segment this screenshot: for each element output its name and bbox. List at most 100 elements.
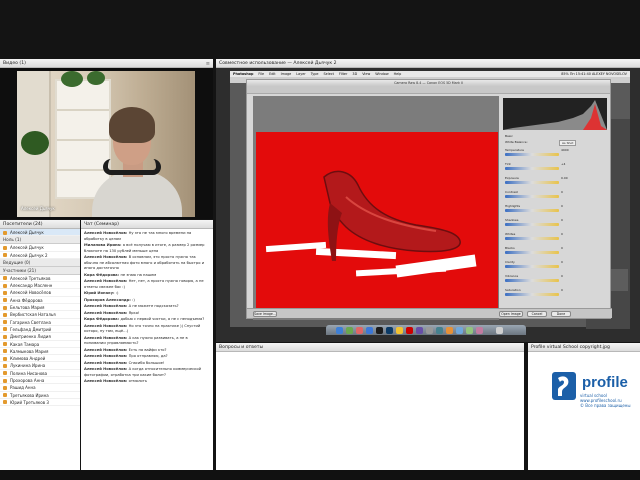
chat-author: Алексей Новосёлов:	[84, 360, 129, 365]
app-icon[interactable]	[406, 326, 413, 334]
app-icon[interactable]	[456, 326, 463, 334]
menu-item[interactable]: Image	[281, 72, 292, 76]
participant-self[interactable]: Алексей Дьячук	[0, 229, 80, 237]
app-icon[interactable]	[426, 326, 433, 334]
user-icon	[3, 312, 7, 317]
profile-logo: profile virtual school www.profileschool…	[550, 369, 638, 417]
adjustment-slider[interactable]	[505, 153, 559, 156]
menu-item[interactable]: Photoshop	[233, 72, 253, 76]
participant-row[interactable]: Вербистская Наталья	[0, 311, 80, 319]
participant-row[interactable]: Полина Нисанова	[0, 370, 80, 378]
participant-row[interactable]: Алексей Новосёлов	[0, 289, 80, 297]
participant-row[interactable]: Алексей Дьячук	[0, 244, 80, 252]
slider-label: Contrast	[505, 190, 518, 194]
adjustment-slider[interactable]	[505, 223, 559, 226]
slider-value[interactable]: 0	[561, 274, 563, 278]
lightroom-icon[interactable]	[376, 326, 383, 334]
app-icon[interactable]	[416, 326, 423, 334]
white-balance-select[interactable]: As Shot	[559, 140, 577, 146]
adjustment-slider[interactable]	[505, 265, 559, 268]
slider-value[interactable]: 0	[561, 218, 563, 222]
participant-row[interactable]: Анна Фёдорова	[0, 297, 80, 305]
group-guests[interactable]: Участники (21)	[0, 266, 80, 275]
user-icon	[3, 290, 7, 295]
app-icon[interactable]	[346, 326, 353, 334]
chat-author: Алексей Новосёлов:	[84, 379, 129, 383]
participant-row[interactable]: Лукинина Ирина	[0, 362, 80, 370]
adjustment-slider[interactable]	[505, 251, 559, 254]
menu-item[interactable]: View	[362, 72, 370, 76]
app-icon[interactable]	[436, 326, 443, 334]
participant-row[interactable]: Бельтова Мария	[0, 304, 80, 312]
finder-icon[interactable]	[336, 326, 343, 334]
group-hosts[interactable]: Ноль (1)	[0, 236, 80, 245]
participant-row[interactable]: Какая Тамара	[0, 341, 80, 348]
brand-copyright: © Все права защищены	[580, 403, 631, 408]
participant-row[interactable]: Климова Андрей	[0, 355, 80, 363]
group-presenters[interactable]: Ведущие (0)	[0, 258, 80, 267]
app-icon[interactable]	[356, 326, 363, 334]
chat-author: Алексей Новосёлов:	[84, 323, 129, 328]
participant-row[interactable]: Алексей Дьячук 2	[0, 252, 80, 259]
participant-row[interactable]: Рашид Анна	[0, 384, 80, 392]
participant-row[interactable]: Юрий Третьяков 3	[0, 399, 80, 407]
participant-row[interactable]: Прохорова Анна	[0, 377, 80, 385]
chat-panel: Чат (Семинар) Алексей Новосёлов: Ну это …	[81, 220, 213, 470]
slider-value[interactable]: 0	[561, 288, 563, 292]
slider-value[interactable]: 0	[561, 232, 563, 236]
app-icon[interactable]	[466, 326, 473, 334]
adjustment-slider[interactable]	[505, 181, 559, 184]
trash-icon[interactable]	[496, 326, 503, 334]
slider-label: Highlights	[505, 204, 521, 208]
photoshop-icon[interactable]	[386, 326, 393, 334]
slider-value[interactable]: 4900	[561, 148, 569, 152]
slider-value[interactable]: 0.00	[561, 176, 568, 180]
panel-menu-icon[interactable]: ≡	[206, 60, 210, 69]
chat-author: Алексей Новосёлов:	[84, 310, 129, 315]
participant-row[interactable]: Третьякова Ирина	[0, 392, 80, 399]
participant-row[interactable]: Алексей Третьяков	[0, 275, 80, 283]
participant-name: Гагарина Светлана	[10, 319, 51, 325]
participant-row[interactable]: Калмыкова Мария	[0, 348, 80, 356]
menu-item[interactable]: Filter	[339, 72, 347, 76]
adjustment-slider[interactable]	[505, 195, 559, 198]
participant-row[interactable]: Гагарина Светлана	[0, 319, 80, 326]
participant-row[interactable]: Александр Масленн	[0, 282, 80, 290]
save-image-button[interactable]: Save Image...	[253, 311, 277, 317]
menu-item[interactable]: Edit	[269, 72, 276, 76]
menu-item[interactable]: Help	[394, 72, 402, 76]
open-image-button[interactable]: Open Image	[499, 311, 523, 317]
participant-name: Третьякова Ирина	[10, 392, 49, 398]
slider-value[interactable]: 0	[561, 246, 563, 250]
participant-row[interactable]: Гельфанд Дмитрий	[0, 326, 80, 334]
slider-value[interactable]: 0	[561, 190, 563, 194]
participant-row[interactable]: Дмитриенко Лидия	[0, 333, 80, 341]
adjustment-slider[interactable]	[505, 167, 559, 170]
chat-message: Алексей Новосёлов: Про отправляю, да?	[84, 354, 210, 360]
participant-name: Какая Тамара	[10, 341, 40, 347]
video-panel-title: Видео (1) ≡	[0, 59, 213, 68]
menu-item[interactable]: Select	[324, 72, 334, 76]
adjustment-slider[interactable]	[505, 293, 559, 296]
app-icon[interactable]	[366, 326, 373, 334]
menu-item[interactable]: 3D	[352, 72, 357, 76]
menu-item[interactable]: File	[258, 72, 264, 76]
adjustment-slider[interactable]	[505, 279, 559, 282]
slider-value[interactable]: +4	[561, 162, 565, 166]
menu-item[interactable]: Window	[375, 72, 388, 76]
participant-name: Бельтова Мария	[10, 305, 45, 311]
adjustment-slider[interactable]	[505, 209, 559, 212]
slider-value[interactable]: 0	[561, 260, 563, 264]
done-button[interactable]: Done	[551, 311, 571, 317]
preview-canvas[interactable]: 13,5% IMG_1234.CR2	[253, 96, 499, 320]
chat-author: Алексей Новосёлов:	[84, 335, 129, 340]
menu-item[interactable]: Type	[311, 72, 319, 76]
app-icon[interactable]	[446, 326, 453, 334]
cancel-button[interactable]: Cancel	[527, 311, 547, 317]
adjustment-slider[interactable]	[505, 237, 559, 240]
user-icon	[3, 371, 7, 376]
menu-item[interactable]: Layer	[296, 72, 305, 76]
app-icon[interactable]	[476, 326, 483, 334]
slider-value[interactable]: 0	[561, 204, 563, 208]
app-icon[interactable]	[396, 326, 403, 334]
